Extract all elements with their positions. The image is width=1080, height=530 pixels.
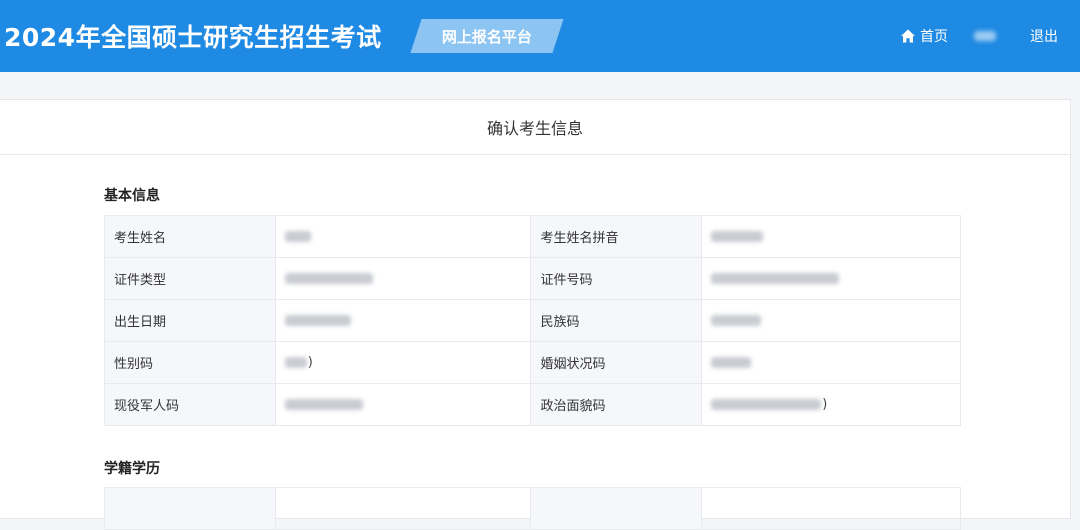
platform-label: 网上报名平台 xyxy=(441,27,532,46)
field-label: 民族码 xyxy=(530,299,703,342)
education-table xyxy=(104,487,961,530)
section-title-education: 学籍学历 xyxy=(104,461,160,477)
field-value xyxy=(701,487,961,530)
field-value xyxy=(274,487,532,530)
field-label: 证件号码 xyxy=(530,257,703,300)
logout-link[interactable]: 退出 xyxy=(1030,26,1058,46)
table-row: 考生姓名 考生姓名拼音 xyxy=(104,215,961,258)
user-name-redacted xyxy=(974,31,996,41)
field-value-redacted xyxy=(274,257,532,300)
field-value-redacted xyxy=(701,215,961,258)
basic-info-table: 考生姓名 考生姓名拼音 证件类型 证件号码 出生日期 民族码 性别码 ) 婚姻状… xyxy=(104,215,961,426)
table-row: 证件类型 证件号码 xyxy=(104,257,961,300)
field-label: 性别码 xyxy=(104,341,276,384)
field-label: 政治面貌码 xyxy=(530,383,703,426)
field-value-redacted xyxy=(274,215,532,258)
field-value-redacted: ) xyxy=(701,383,961,426)
table-row: 现役军人码 政治面貌码 ) xyxy=(104,383,961,426)
field-value-redacted xyxy=(701,299,961,342)
field-label: 考生姓名拼音 xyxy=(530,215,703,258)
field-value-redacted xyxy=(274,299,532,342)
field-label xyxy=(104,487,276,530)
field-value-redacted xyxy=(274,383,532,426)
field-value-redacted xyxy=(701,257,961,300)
platform-badge: 网上报名平台 xyxy=(410,19,564,53)
section-title-basic-info: 基本信息 xyxy=(104,188,160,204)
table-row: 性别码 ) 婚姻状况码 xyxy=(104,341,961,384)
field-label xyxy=(530,487,703,530)
page-title: 确认考生信息 xyxy=(0,100,1070,155)
home-link[interactable]: 首页 xyxy=(900,26,948,46)
home-icon xyxy=(901,29,915,43)
field-label: 证件类型 xyxy=(104,257,276,300)
confirm-info-card: 确认考生信息 基本信息 考生姓名 考生姓名拼音 证件类型 证件号码 出生日期 民… xyxy=(0,99,1071,530)
field-value-redacted: ) xyxy=(274,341,532,384)
field-value-redacted xyxy=(701,341,961,384)
top-header: 2024年全国硕士研究生招生考试 网上报名平台 首页 退出 xyxy=(0,0,1080,72)
table-row: 出生日期 民族码 xyxy=(104,299,961,342)
field-label: 婚姻状况码 xyxy=(530,341,703,384)
field-label: 出生日期 xyxy=(104,299,276,342)
home-label: 首页 xyxy=(920,29,948,45)
table-row xyxy=(104,487,961,530)
field-label: 考生姓名 xyxy=(104,215,276,258)
field-label: 现役军人码 xyxy=(104,383,276,426)
top-nav: 首页 退出 xyxy=(900,0,1058,72)
site-title: 2024年全国硕士研究生招生考试 xyxy=(4,23,382,52)
